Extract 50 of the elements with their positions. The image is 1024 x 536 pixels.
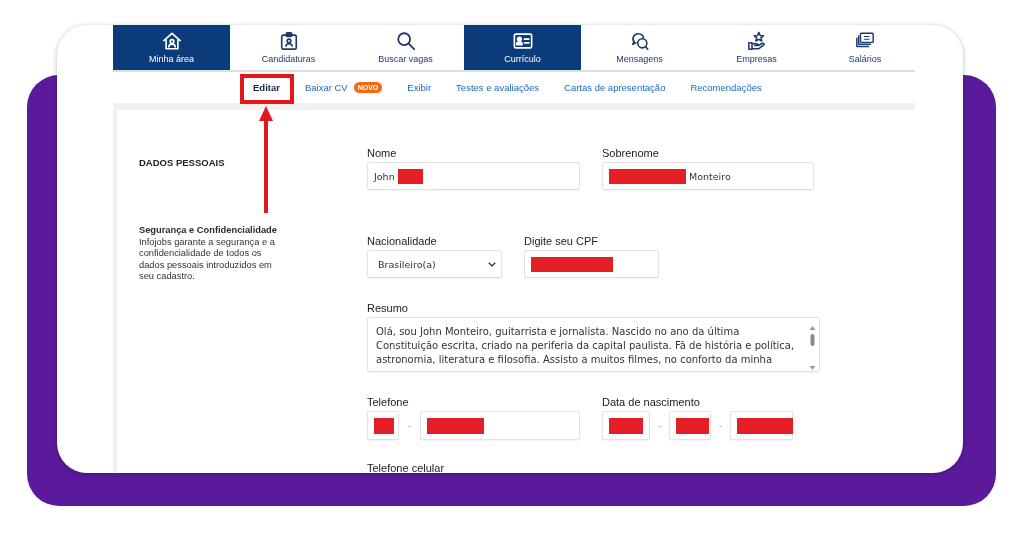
text-field[interactable] [420, 411, 580, 440]
redaction-block [737, 417, 793, 434]
search-icon [395, 31, 416, 51]
field-value: John [374, 170, 395, 182]
nav-tab[interactable]: Currículo [464, 25, 581, 70]
section-title: DADOS PESSOAIS [139, 157, 226, 169]
id-card-icon [512, 31, 533, 51]
text-field[interactable] [669, 411, 711, 440]
subnav-tab[interactable]: Editar [253, 81, 280, 94]
text-field[interactable]: Monteiro [602, 162, 814, 190]
redaction-block [374, 417, 394, 434]
redaction-block [427, 417, 484, 434]
text-field[interactable] [367, 411, 399, 440]
text-field[interactable] [524, 250, 659, 278]
field-label: Resumo [367, 302, 409, 314]
field-label: Data de nascimento [602, 396, 701, 408]
text-field[interactable] [730, 411, 793, 440]
text-field[interactable] [602, 411, 650, 440]
field-label: Sobrenome [602, 147, 660, 159]
summary-field[interactable]: Olá, sou John Monteiro, guitarrista e jornalista. Nascido no ano da última Constituição escrita, criado na periferia da capital paulista. Fã de história e política, astronomia, literatura e filosofia. Assisto a muitos filmes, no conforto da minha [367, 317, 820, 372]
separator-dash: - [658, 420, 661, 431]
field-label: Telefone [367, 396, 410, 408]
field-label: Nacionalidade [367, 235, 438, 247]
separator-dash: - [719, 420, 722, 431]
subnav-tab[interactable]: Recomendações [690, 81, 762, 94]
subnav-tab[interactable]: Exibir [407, 81, 432, 94]
note-text: Infojobs garante a segurança e a confidencialidade de todos os dados pessoais introduzidos em seu cadastro. [139, 236, 276, 283]
subnav-tab[interactable]: Baixar CV [304, 81, 348, 94]
separator-dash: - [408, 420, 411, 431]
chat-bubbles-icon [629, 31, 650, 51]
text-field[interactable]: John [367, 162, 580, 190]
select-value: Brasileiro(a) [378, 258, 436, 270]
highlight-frame [240, 74, 294, 104]
clipboard-person-icon [278, 31, 299, 51]
field-label: Nome [367, 147, 398, 159]
nav-tab[interactable]: Minha área [113, 25, 230, 70]
field-label: Telefone celular [367, 462, 446, 473]
redaction-block [397, 168, 423, 184]
redaction-block [676, 417, 709, 434]
field-value: Monteiro [689, 170, 731, 182]
redaction-block [609, 417, 643, 434]
select-field[interactable]: Brasileiro(a) [367, 250, 502, 278]
subnav-tab[interactable]: Cartas de apresentação [564, 81, 666, 94]
hand-star-icon [746, 31, 767, 51]
scrollbar[interactable] [808, 325, 817, 371]
chevron-down-icon [488, 261, 496, 267]
subnav-tab[interactable]: Testes e avaliações [456, 81, 539, 94]
note-title: Segurança e Confidencialidade [139, 225, 278, 237]
field-label: Digite seu CPF [524, 235, 599, 247]
house-icon [161, 31, 182, 51]
